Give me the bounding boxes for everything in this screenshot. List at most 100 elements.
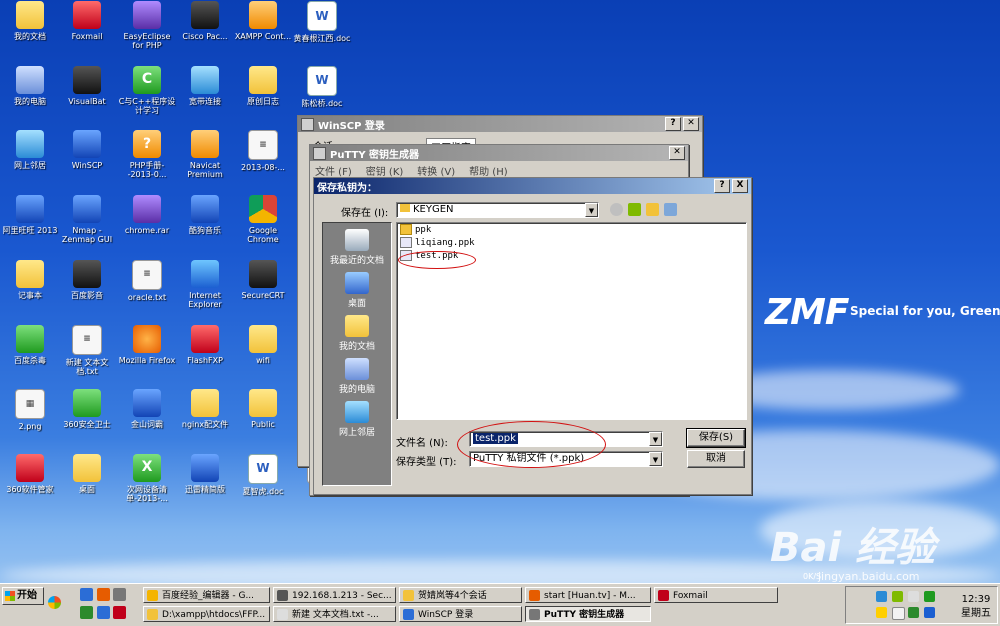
quicklaunch-icon[interactable] [48, 596, 61, 609]
taskbar-item[interactable]: 新建 文本文档.txt -... [273, 606, 396, 622]
place-my-computer[interactable]: 我的电脑 [323, 358, 391, 395]
new-folder-icon[interactable] [646, 203, 659, 216]
desktop-icon-item[interactable]: 宽带连接 [175, 65, 235, 106]
save-dialog-titlebar[interactable]: 保存私钥为： ? X [314, 178, 751, 194]
desktop-icon-item[interactable]: 网上邻居 [0, 130, 60, 170]
desktop-icon-item[interactable]: wifi [233, 324, 293, 365]
desktop-icon-item[interactable]: 我的电脑 [0, 65, 60, 106]
baidu-watermark: Bai 经验 [770, 525, 936, 571]
desktop-icon-item[interactable]: Navicat Premium [175, 130, 235, 179]
menu-key[interactable]: 密钥 (K) [366, 163, 404, 178]
list-item[interactable]: ppk [397, 223, 746, 236]
help-button[interactable]: ? [665, 117, 681, 131]
desktop-icon-item[interactable]: 酷狗音乐 [175, 195, 235, 235]
start-button[interactable]: 开始 [2, 587, 44, 605]
chevron-down-icon[interactable]: ▼ [649, 432, 662, 446]
desktop-icon-item[interactable]: 百度杀毒 [0, 324, 60, 365]
desktop-icon-item[interactable]: ▦ 2.png [0, 389, 60, 431]
menu-conversions[interactable]: 转换 (V) [417, 163, 455, 178]
show-desktop-icon[interactable] [113, 588, 126, 601]
tray-icon[interactable] [876, 607, 887, 618]
save-dialog[interactable]: 保存私钥为： ? X 保存在 (I): KEYGEN ▼ 我最近的文档 桌面 我… [313, 177, 752, 495]
back-icon[interactable] [610, 203, 623, 216]
network-icon[interactable] [876, 591, 887, 602]
desktop-icon-item[interactable]: XAMPP Cont... [233, 1, 293, 41]
taskbar-item[interactable]: start [Huan.tv] - M... [525, 587, 651, 603]
desktop-icon-item[interactable]: Nmap - Zenmap GUI [57, 195, 117, 244]
desktop-icon-item[interactable]: 百度影音 [57, 259, 117, 300]
desktop-icon-item[interactable]: Cisco Pac... [175, 1, 235, 41]
desktop-icon-item[interactable]: C C与C++程序设计学习 [117, 65, 177, 115]
desktop-icon-item[interactable]: ≡ oracle.txt [117, 259, 177, 302]
desktop-icon-item[interactable]: W 夏智虎.doc [233, 453, 293, 496]
360-icon[interactable] [908, 607, 919, 618]
desktop-icon-item[interactable]: EasyEclipse for PHP [117, 1, 177, 50]
desktop-icon-item[interactable]: ≡ 2013-08-... [233, 130, 293, 172]
desktop-icon-item[interactable]: 桌面 [57, 453, 117, 494]
desktop-icon-item[interactable]: 记事本 [0, 259, 60, 300]
place-desktop[interactable]: 桌面 [323, 272, 391, 309]
place-recent[interactable]: 我最近的文档 [323, 229, 391, 266]
menu-file[interactable]: 文件 (F) [315, 163, 352, 178]
help-icon[interactable] [892, 607, 905, 620]
cancel-button[interactable]: 取消 [687, 450, 745, 468]
taskbar-item[interactable]: WinSCP 登录 [399, 606, 522, 622]
ie-icon[interactable] [80, 588, 93, 601]
up-folder-icon[interactable] [628, 203, 641, 216]
desktop-icon-item[interactable]: 360安全卫士 [57, 389, 117, 429]
desktop-icon-item[interactable]: W 陈松桥.doc [292, 65, 352, 108]
help-button[interactable]: ? [714, 179, 730, 193]
clock[interactable]: 12:39 星期五 [961, 593, 991, 621]
desktop-icon-item[interactable]: Google Chrome [233, 195, 293, 244]
taskbar-item[interactable]: Foxmail [654, 587, 778, 603]
tray-icon[interactable] [924, 591, 935, 602]
view-menu-icon[interactable] [664, 203, 677, 216]
desktop-icon-item[interactable]: 阿里旺旺 2013 [0, 195, 60, 235]
desktop-icon-item[interactable]: chrome.rar [117, 195, 177, 235]
close-button[interactable]: X [732, 179, 748, 193]
desktop-icon-item[interactable]: WinSCP [57, 130, 117, 170]
taskbar-item-active[interactable]: PuTTY 密钥生成器 [525, 606, 651, 622]
tray-icon[interactable] [924, 607, 935, 618]
taskbar-item[interactable]: 贺婧岚等4个会话 [399, 587, 522, 603]
quicklaunch-icon[interactable] [97, 606, 110, 619]
desktop-icon-item[interactable]: 我的文档 [0, 1, 60, 41]
desktop-icon-item[interactable]: SecureCRT [233, 259, 293, 300]
place-network[interactable]: 网上邻居 [323, 401, 391, 438]
desktop-icon-item[interactable]: 原创日志 [233, 65, 293, 106]
desktop-icon-item[interactable]: X 次网设备清单-2013-... [117, 453, 177, 503]
speaker-icon[interactable] [908, 591, 919, 602]
taskbar-item[interactable]: D:\xampp\htdocs\FFP... [143, 606, 270, 622]
list-item[interactable]: liqiang.ppk [397, 236, 746, 249]
text-file-icon: ≡ [248, 130, 278, 161]
close-button[interactable]: ✕ [669, 146, 685, 160]
tray-icon[interactable] [892, 591, 903, 602]
desktop-icon-item[interactable]: Mozilla Firefox [117, 324, 177, 365]
desktop-icon-item[interactable]: ? PHP手册--2013-0... [117, 130, 177, 179]
desktop-icon-item[interactable]: 360软件管家 [0, 453, 60, 494]
desktop-icon-item[interactable]: ≡ 新建 文本文档.txt [57, 324, 117, 376]
taskbar-item[interactable]: 百度经验_编辑器 - G... [143, 587, 270, 603]
puttygen-titlebar[interactable]: PuTTY 密钥生成器 ✕ [310, 145, 688, 161]
quicklaunch-icon[interactable] [80, 606, 93, 619]
taskbar-item[interactable]: 192.168.1.213 - Sec... [273, 587, 396, 603]
quicklaunch-icon[interactable] [113, 606, 126, 619]
desktop-icon-item[interactable]: W 黄春根江西.doc [292, 1, 352, 43]
desktop-icon-item[interactable]: nginx配文件 [175, 389, 235, 429]
chevron-down-icon[interactable]: ▼ [585, 203, 598, 217]
chevron-down-icon[interactable]: ▼ [649, 452, 662, 466]
desktop-icon-item[interactable]: Public [233, 389, 293, 429]
place-my-documents[interactable]: 我的文档 [323, 315, 391, 352]
desktop-icon-item[interactable]: 金山词霸 [117, 389, 177, 429]
close-button[interactable]: ✕ [683, 117, 699, 131]
firefox-icon[interactable] [97, 588, 110, 601]
desktop-icon-item[interactable]: Foxmail [57, 1, 117, 41]
desktop-icon-item[interactable]: VisualBat [57, 65, 117, 106]
winscp-titlebar[interactable]: WinSCP 登录 ? ✕ [298, 116, 702, 132]
save-in-combo[interactable]: KEYGEN ▼ [396, 202, 599, 218]
save-button[interactable]: 保存(S) [686, 428, 746, 448]
desktop-icon-item[interactable]: FlashFXP [175, 324, 235, 365]
desktop-icon-item[interactable]: 迅雷精简版 [175, 453, 235, 494]
menu-help[interactable]: 帮助 (H) [469, 163, 508, 178]
desktop-icon-item[interactable]: Internet Explorer [175, 259, 235, 309]
